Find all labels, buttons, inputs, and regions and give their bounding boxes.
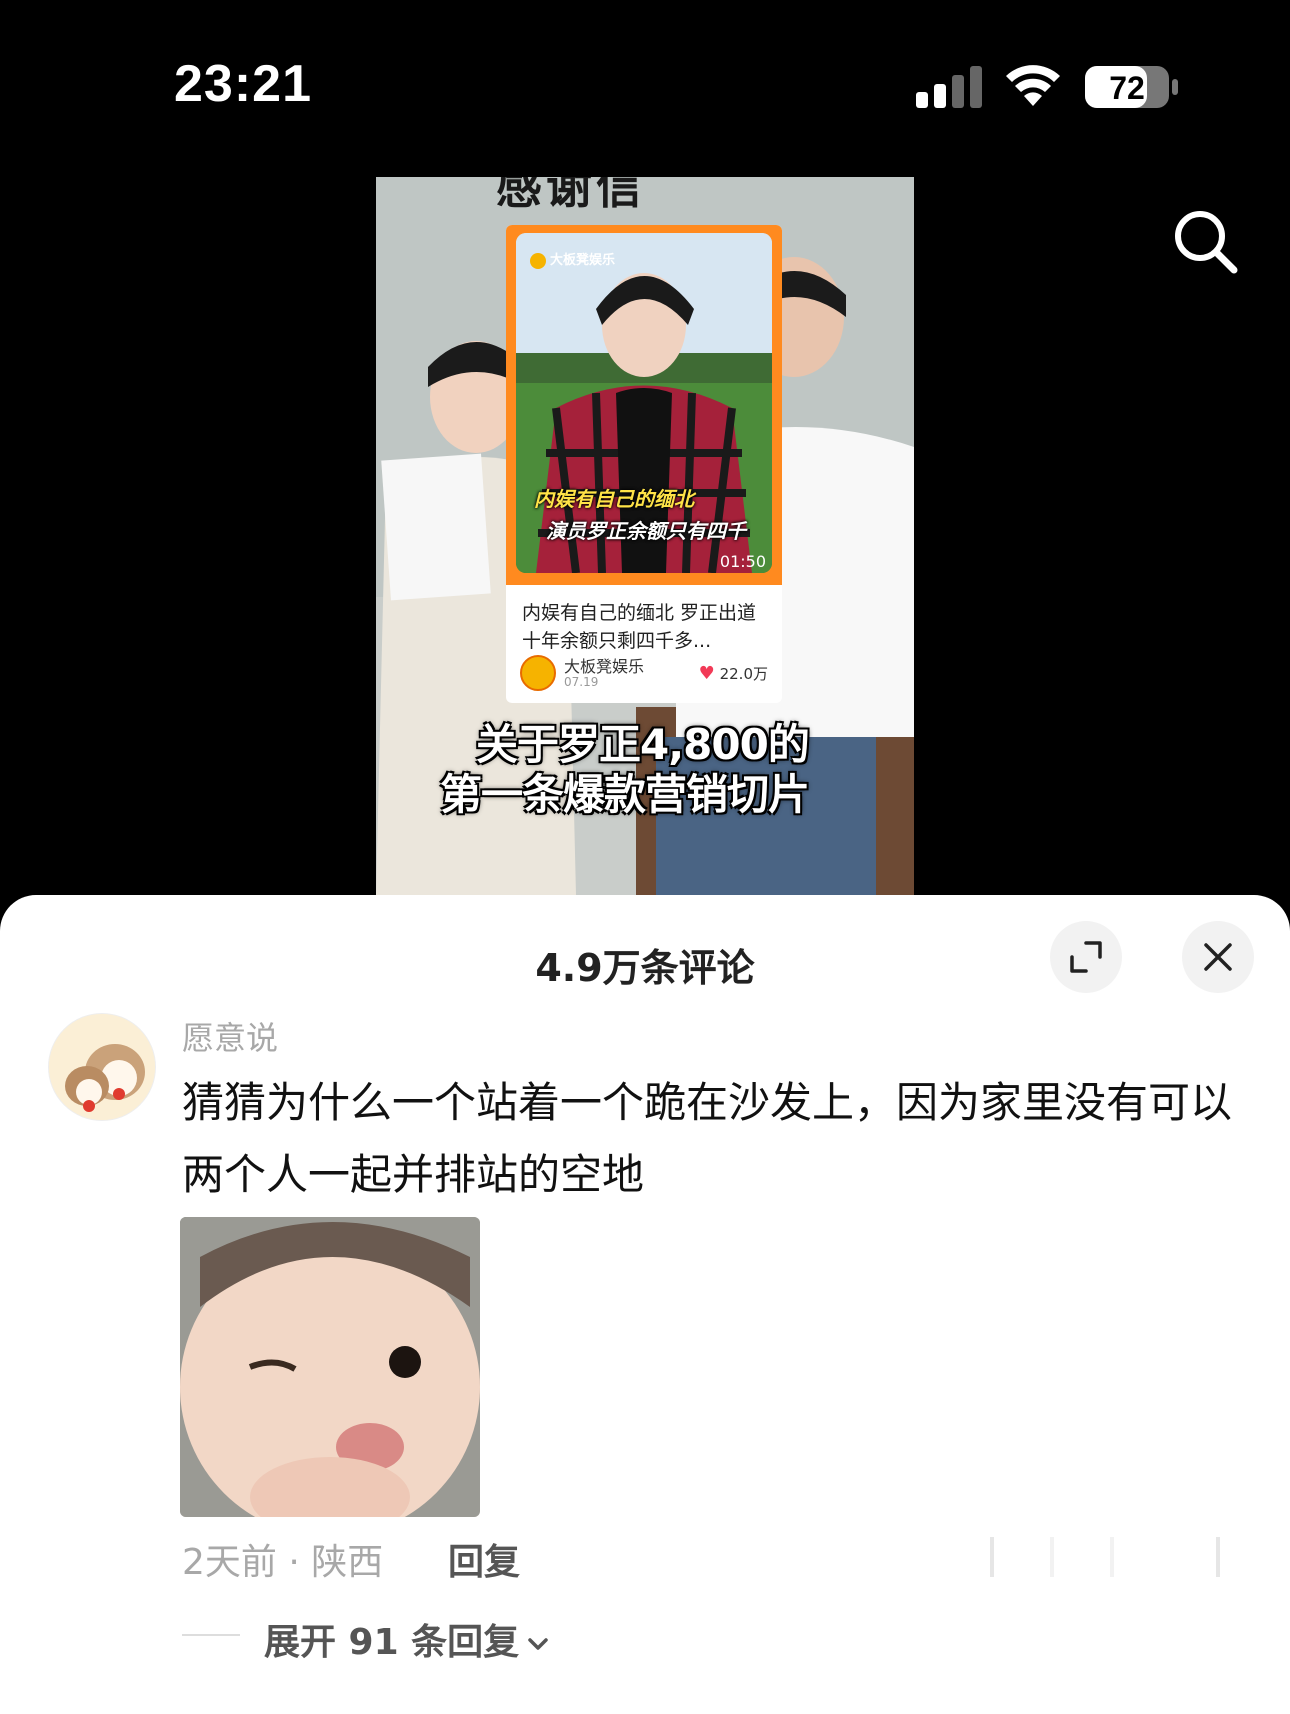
video-player[interactable]: 感谢信 大板凳娱乐 内娱有自己的缅北 演员罗正余额只有四千 01:50 内娱有自… [0, 170, 1290, 895]
comment-text: 猜猜为什么一个站着一个跪在沙发上，因为家里没有可以两个人一起并排站的空地 [182, 1078, 1233, 1199]
card-author-avatar [520, 655, 556, 691]
avatar[interactable] [48, 1013, 156, 1121]
card-likes: ♥ 22.0万 [699, 663, 768, 684]
video-frame[interactable]: 感谢信 大板凳娱乐 内娱有自己的缅北 演员罗正余额只有四千 01:50 内娱有自… [376, 177, 914, 895]
chevron-down-icon [528, 1638, 548, 1650]
comment-actions-placeholder [990, 1537, 1220, 1577]
expand-button[interactable] [1050, 921, 1122, 993]
video-caption-line2: 第一条爆款营销切片 [440, 770, 810, 819]
embedded-video-card: 大板凳娱乐 内娱有自己的缅北 演员罗正余额只有四千 01:50 内娱有自己的缅北… [506, 225, 782, 703]
expand-icon [1070, 941, 1102, 973]
card-duration: 01:50 [719, 552, 766, 571]
battery-level: 72 [1109, 70, 1145, 106]
expand-replies-button[interactable]: 展开 91 条回复 [264, 1613, 551, 1665]
card-caption-line2: 演员罗正余额只有四千 [546, 519, 746, 543]
card-caption-line1: 内娱有自己的缅北 [534, 487, 694, 511]
card-title: 内娱有自己的缅北 罗正出道十年余额只剩四千多... [522, 602, 757, 652]
cellular-signal-icon [916, 66, 982, 108]
comment-username[interactable]: 愿意说 [182, 1013, 278, 1059]
card-brand-tag: 大板凳娱乐 [530, 249, 615, 269]
card-brand-name: 大板凳娱乐 [550, 253, 616, 268]
card-meta: 大板凳娱乐 07.19 ♥ 22.0万 [520, 653, 768, 695]
comment-time-location: 2天前 · 陕西 [182, 1542, 384, 1583]
hedgehog-avatar-icon [49, 1014, 155, 1120]
divider [182, 1634, 240, 1636]
card-author-name: 大板凳娱乐 [564, 657, 645, 676]
card-likes-count: 22.0万 [719, 665, 768, 683]
card-thumbnail: 大板凳娱乐 内娱有自己的缅北 演员罗正余额只有四千 01:50 [506, 225, 782, 585]
search-icon[interactable] [1170, 206, 1240, 276]
battery-indicator: 72 [1084, 64, 1180, 110]
comments-sheet: 4.9万条评论 愿意说 猜猜为什么一个站着一个跪在沙发上，因为家里没有可以两个人… [0, 895, 1290, 1714]
status-bar: 23:21 72 [0, 0, 1290, 170]
comment-image[interactable] [180, 1217, 480, 1517]
close-button[interactable] [1182, 921, 1254, 993]
expand-replies-label: 展开 91 条回复 [264, 1622, 520, 1663]
close-icon [1204, 943, 1232, 971]
card-date: 07.19 [564, 675, 599, 689]
video-top-text: 感谢信 [496, 177, 646, 214]
wifi-icon [1006, 65, 1060, 106]
brand-logo-icon [530, 252, 546, 269]
status-time: 23:21 [174, 55, 312, 113]
battery-icon: 72 [1085, 66, 1178, 108]
baby-meme-image [180, 1217, 480, 1517]
reply-button[interactable]: 回复 [448, 1533, 520, 1585]
heart-icon: ♥ [698, 663, 715, 684]
